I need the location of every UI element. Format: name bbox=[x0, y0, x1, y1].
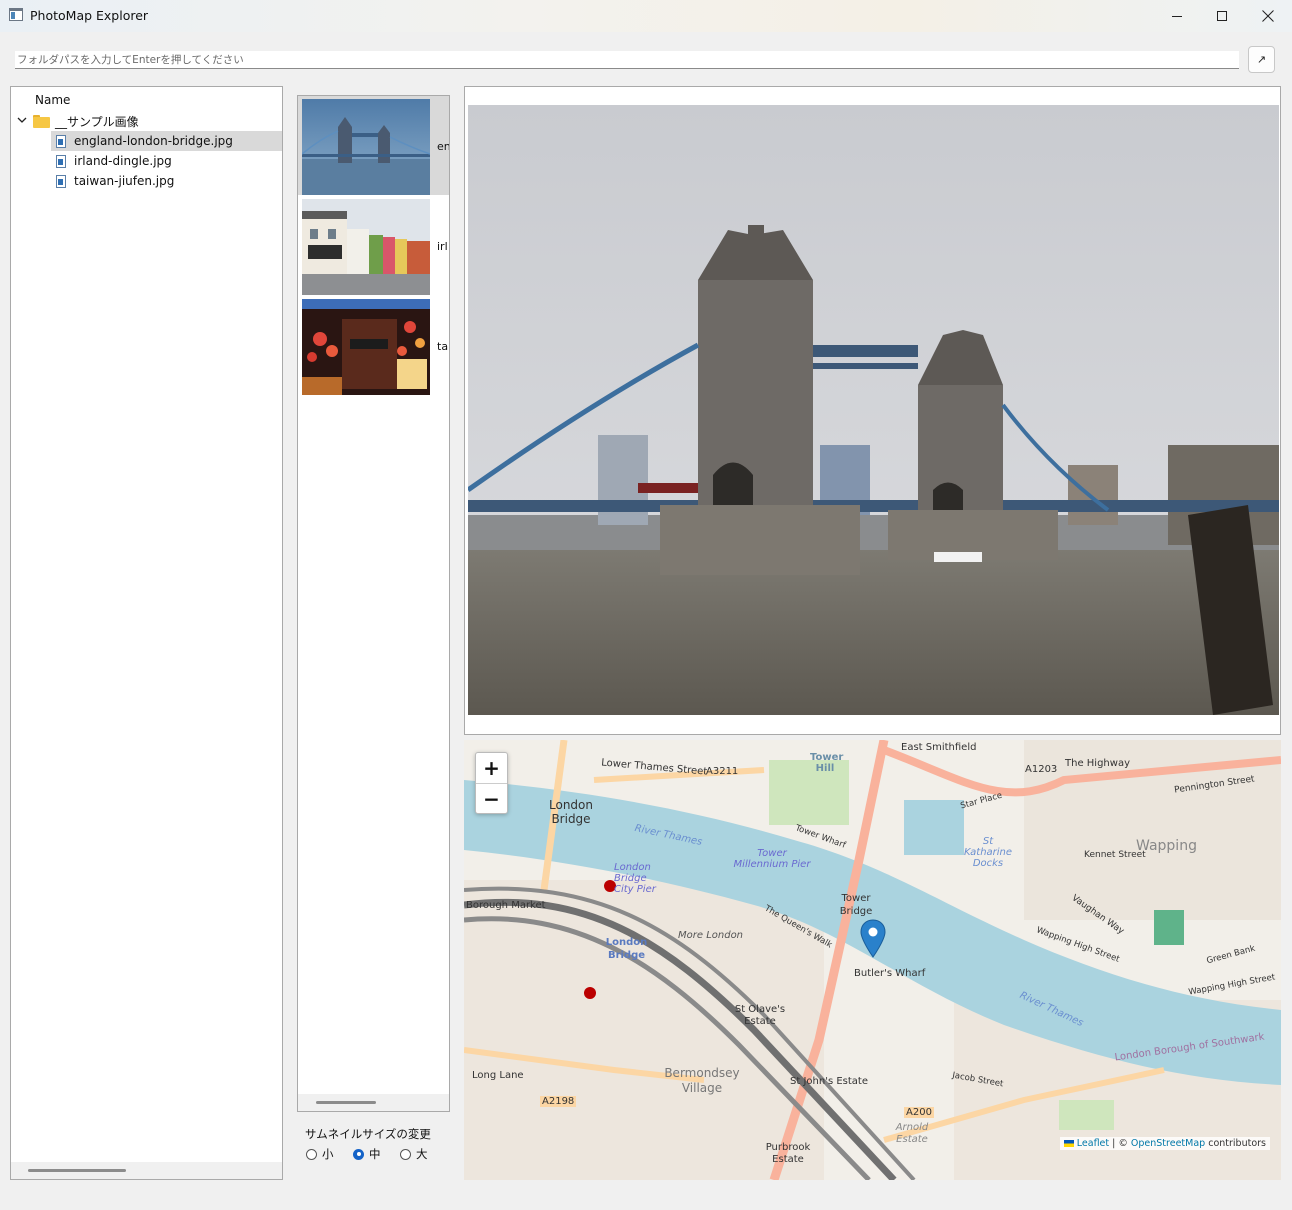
thumbnail-item[interactable]: irl bbox=[298, 196, 449, 295]
ukraine-flag-icon bbox=[1063, 1140, 1074, 1147]
window-title: PhotoMap Explorer bbox=[30, 8, 149, 23]
attribution-separator: | © bbox=[1109, 1138, 1131, 1149]
open-folder-button[interactable]: ↗ bbox=[1248, 46, 1275, 73]
file-label: england-london-bridge.jpg bbox=[74, 134, 233, 148]
map-label: A1203 bbox=[1025, 764, 1058, 775]
thumbnail-label: tai bbox=[437, 340, 449, 353]
minimize-button[interactable] bbox=[1154, 0, 1200, 32]
arrow-icon: ↗ bbox=[1256, 53, 1267, 66]
radio-label: 小 bbox=[322, 1147, 334, 1161]
radio-icon bbox=[400, 1148, 411, 1160]
map-label: Tower Hill bbox=[810, 752, 844, 774]
map-label: St Olave's Estate bbox=[734, 1004, 786, 1027]
map-attribution: Leaflet | © OpenStreetMap contributors bbox=[1059, 1137, 1270, 1150]
zoom-out-button[interactable]: − bbox=[476, 784, 507, 814]
close-icon bbox=[1262, 10, 1274, 22]
map-zoom-control: + − bbox=[475, 752, 508, 814]
title-bar: PhotoMap Explorer bbox=[0, 0, 1292, 32]
osm-link[interactable]: OpenStreetMap bbox=[1131, 1138, 1205, 1149]
map-label: More London bbox=[678, 930, 744, 941]
map-label: Bermondsey Village bbox=[664, 1066, 740, 1095]
tree-column-header[interactable]: Name bbox=[35, 93, 70, 107]
folder-path-input[interactable] bbox=[15, 51, 1239, 69]
map-label: A2198 bbox=[540, 1096, 577, 1107]
tree-file-item[interactable]: irland-dingle.jpg bbox=[51, 151, 172, 171]
photo-preview bbox=[464, 86, 1281, 735]
image-file-icon bbox=[56, 134, 66, 148]
thumbnail-size-label: サムネイルサイズの変更 bbox=[305, 1127, 431, 1141]
attribution-tail: contributors bbox=[1205, 1138, 1266, 1149]
tree-file-item[interactable]: taiwan-jiufen.jpg bbox=[51, 171, 174, 191]
tower-bridge-photo bbox=[468, 105, 1279, 715]
map-label: St John's Estate bbox=[790, 1076, 868, 1087]
map-label: A200 bbox=[904, 1107, 934, 1118]
maximize-icon bbox=[1216, 10, 1227, 21]
map-label: London Bridge bbox=[549, 798, 593, 826]
file-tree[interactable]: Name __サンプル画像 england-london-bridge.jpg … bbox=[10, 86, 283, 1180]
radio-label: 大 bbox=[416, 1147, 428, 1161]
image-file-icon bbox=[56, 174, 66, 188]
tower-bridge-thumbnail bbox=[302, 99, 430, 195]
map-label: Arnold Estate bbox=[895, 1122, 929, 1145]
folder-label: __サンプル画像 bbox=[55, 114, 139, 129]
thumbnail-list[interactable]: en irl bbox=[297, 95, 450, 1112]
app-icon bbox=[9, 8, 23, 21]
minimize-icon bbox=[1171, 15, 1182, 17]
radio-label: 中 bbox=[369, 1147, 381, 1161]
file-label: irland-dingle.jpg bbox=[74, 154, 172, 168]
tree-folder-item[interactable]: __サンプル画像 bbox=[33, 111, 139, 131]
thumbnail-label: irl bbox=[437, 240, 448, 253]
map-label: Butler's Wharf bbox=[854, 968, 926, 979]
thumbnail-item[interactable]: en bbox=[298, 96, 449, 195]
size-large-radio[interactable]: 大 bbox=[400, 1146, 428, 1162]
map-label: Borough Market bbox=[466, 900, 546, 911]
map-label: St Katharine Docks bbox=[963, 836, 1013, 869]
map-label: Tower Millennium Pier bbox=[733, 848, 811, 870]
map-label: Long Lane bbox=[472, 1070, 524, 1081]
file-label: taiwan-jiufen.jpg bbox=[74, 174, 175, 188]
dingle-street-thumbnail bbox=[302, 199, 430, 295]
image-file-icon bbox=[56, 154, 66, 168]
thumbnail-horizontal-scrollbar[interactable] bbox=[316, 1101, 376, 1104]
map-label: London Bridge bbox=[605, 937, 648, 961]
tree-horizontal-scrollbar[interactable] bbox=[28, 1169, 126, 1172]
folder-icon bbox=[33, 114, 50, 128]
map-label: The Highway bbox=[1065, 758, 1130, 769]
map-label: Purbrook Estate bbox=[765, 1142, 811, 1165]
leaflet-link[interactable]: Leaflet bbox=[1077, 1138, 1109, 1149]
map-label: East Smithfield bbox=[901, 742, 977, 753]
radio-checked-icon bbox=[353, 1148, 364, 1160]
map-label: Kennet Street bbox=[1084, 850, 1146, 860]
thumbnail-label: en bbox=[437, 140, 449, 153]
thumbnail-item[interactable]: tai bbox=[298, 296, 449, 395]
location-map[interactable]: London Bridge Lower Thames Street A3211 … bbox=[464, 740, 1281, 1180]
maximize-button[interactable] bbox=[1199, 0, 1245, 32]
chevron-down-icon[interactable] bbox=[16, 114, 28, 126]
zoom-in-button[interactable]: + bbox=[476, 753, 507, 784]
map-label: A3211 bbox=[706, 766, 739, 777]
close-button[interactable] bbox=[1245, 0, 1291, 32]
radio-icon bbox=[306, 1148, 317, 1160]
jiufen-lanterns-thumbnail bbox=[302, 299, 430, 395]
tree-file-item[interactable]: england-london-bridge.jpg bbox=[51, 131, 282, 151]
map-label: London Bridge City Pier bbox=[614, 862, 656, 895]
map-label: Tower Bridge bbox=[839, 893, 873, 917]
size-medium-radio[interactable]: 中 bbox=[353, 1146, 381, 1162]
size-small-radio[interactable]: 小 bbox=[306, 1146, 334, 1162]
